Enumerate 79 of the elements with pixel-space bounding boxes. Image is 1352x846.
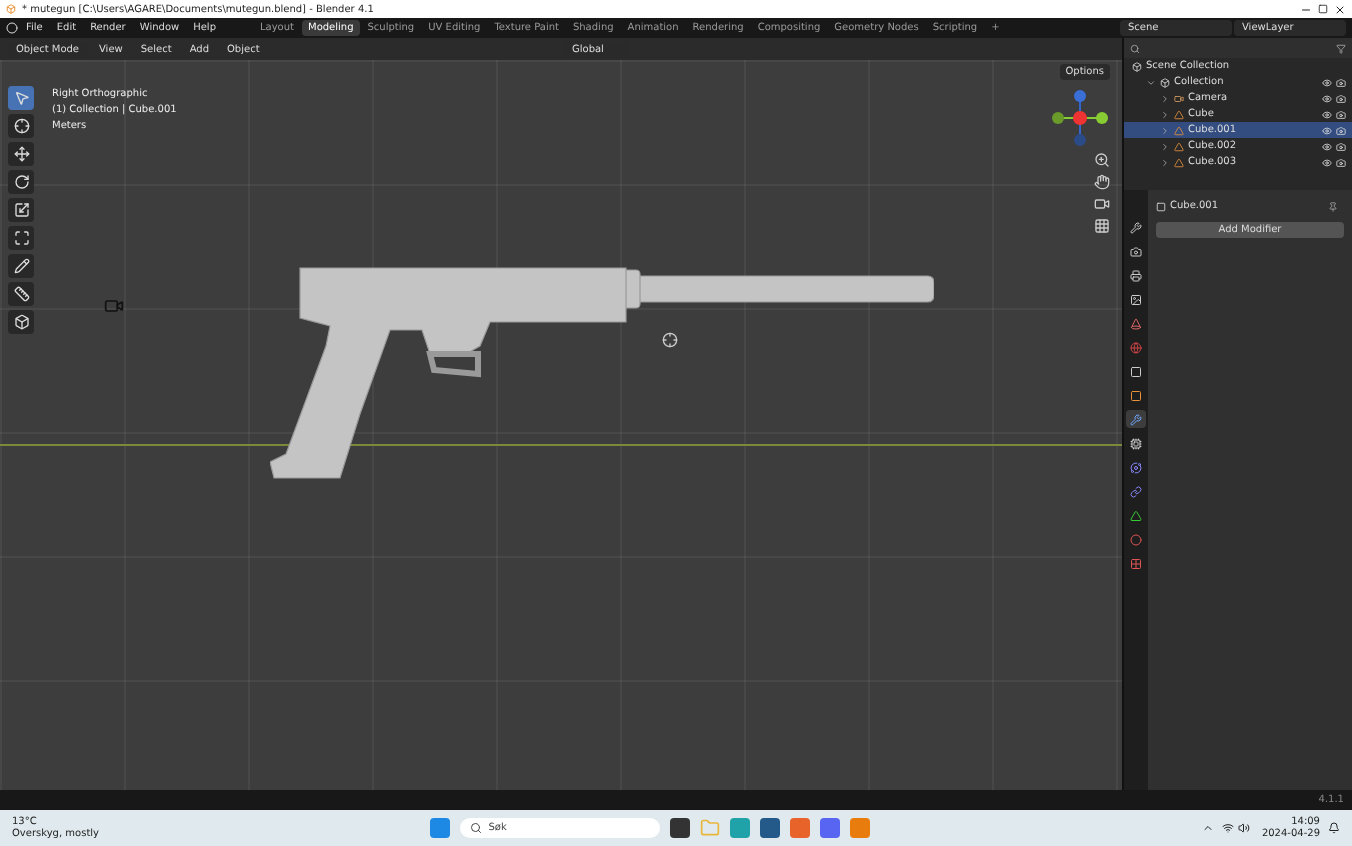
move-tool-button[interactable] xyxy=(8,142,34,166)
eye-icon[interactable] xyxy=(1322,93,1332,103)
start-icon[interactable] xyxy=(430,818,451,838)
camera-icon xyxy=(1174,93,1184,103)
scene-properties-tab[interactable] xyxy=(1126,314,1146,332)
transform-icon xyxy=(13,230,29,246)
move-icon xyxy=(13,146,29,162)
output-icon xyxy=(1130,269,1142,281)
transform-tool-button[interactable] xyxy=(8,226,34,250)
annotate-icon xyxy=(13,258,29,274)
camera-object-icon xyxy=(104,296,124,316)
chat-app-icon[interactable] xyxy=(820,818,841,838)
render-icon xyxy=(1130,245,1142,257)
output-properties-tab[interactable] xyxy=(1126,266,1146,284)
modifiers-icon xyxy=(1130,413,1142,425)
close-icon[interactable] xyxy=(1334,3,1346,15)
scale-tool-button[interactable] xyxy=(8,198,34,222)
data-properties-tab[interactable] xyxy=(1126,506,1146,524)
zoom-icon[interactable] xyxy=(1094,152,1110,168)
maximize-icon[interactable] xyxy=(1318,4,1328,14)
scene-icon xyxy=(1130,317,1142,329)
texture-icon xyxy=(1130,557,1142,569)
constraints-properties-tab[interactable] xyxy=(1126,482,1146,500)
eye-icon[interactable] xyxy=(1322,157,1332,167)
camera-icon[interactable] xyxy=(1094,196,1110,212)
tray-expand-icon[interactable] xyxy=(1201,822,1214,834)
search-icon[interactable] xyxy=(1130,43,1140,53)
data-icon xyxy=(1130,509,1142,521)
eye-icon[interactable] xyxy=(1322,109,1332,119)
collection-properties-tab[interactable] xyxy=(1126,362,1146,380)
camera-icon[interactable] xyxy=(1336,77,1346,87)
constraints-icon xyxy=(1130,485,1142,497)
minimize-icon[interactable] xyxy=(1300,3,1312,15)
add-tool-button[interactable] xyxy=(8,310,34,334)
annotate-tool-button[interactable] xyxy=(8,254,34,278)
select-icon xyxy=(13,90,29,106)
filter-icon[interactable] xyxy=(1336,43,1346,53)
collection-icon xyxy=(1130,365,1142,377)
notification-icon[interactable] xyxy=(1328,822,1340,834)
hand-icon[interactable] xyxy=(1094,174,1110,190)
axis-gizmo-icon xyxy=(1050,88,1110,148)
camera-icon[interactable] xyxy=(1336,141,1346,151)
measure-icon xyxy=(13,286,29,302)
rotate-icon xyxy=(13,174,29,190)
volume-icon[interactable] xyxy=(1237,822,1250,834)
camera-icon[interactable] xyxy=(1336,125,1346,135)
physics-properties-tab[interactable] xyxy=(1126,458,1146,476)
add-icon xyxy=(13,314,29,330)
camera-icon[interactable] xyxy=(1336,93,1346,103)
browser-icon[interactable] xyxy=(790,818,811,838)
cursor-tool-button[interactable] xyxy=(8,114,34,138)
cursor-icon xyxy=(13,118,29,134)
object-icon xyxy=(1156,201,1166,211)
camera-icon[interactable] xyxy=(1336,157,1346,167)
eye-icon[interactable] xyxy=(1322,77,1332,87)
eye-icon[interactable] xyxy=(1322,125,1332,135)
select-tool-button[interactable] xyxy=(8,86,34,110)
network-icon[interactable] xyxy=(1221,822,1234,834)
world-icon xyxy=(1130,341,1142,353)
search-icon xyxy=(470,822,483,834)
camera-icon[interactable] xyxy=(1336,109,1346,119)
physics-icon xyxy=(1130,461,1142,473)
scale-icon xyxy=(13,202,29,218)
render-properties-tab[interactable] xyxy=(1126,242,1146,260)
object-properties-tab[interactable] xyxy=(1126,386,1146,404)
pin-icon[interactable] xyxy=(1328,201,1338,211)
object-icon xyxy=(1130,389,1142,401)
app-icon xyxy=(6,4,16,14)
eye-icon[interactable] xyxy=(1322,141,1332,151)
modifiers-properties-tab[interactable] xyxy=(1126,410,1146,428)
measure-tool-button[interactable] xyxy=(8,282,34,306)
texture-properties-tab[interactable] xyxy=(1126,554,1146,572)
store-icon[interactable] xyxy=(760,818,781,838)
task-view-icon[interactable] xyxy=(670,818,691,838)
material-icon xyxy=(1130,533,1142,545)
grid-icon[interactable] xyxy=(1094,218,1110,234)
rotate-tool-button[interactable] xyxy=(8,170,34,194)
collection-icon xyxy=(1132,61,1142,71)
3d-cursor-icon xyxy=(662,332,678,348)
